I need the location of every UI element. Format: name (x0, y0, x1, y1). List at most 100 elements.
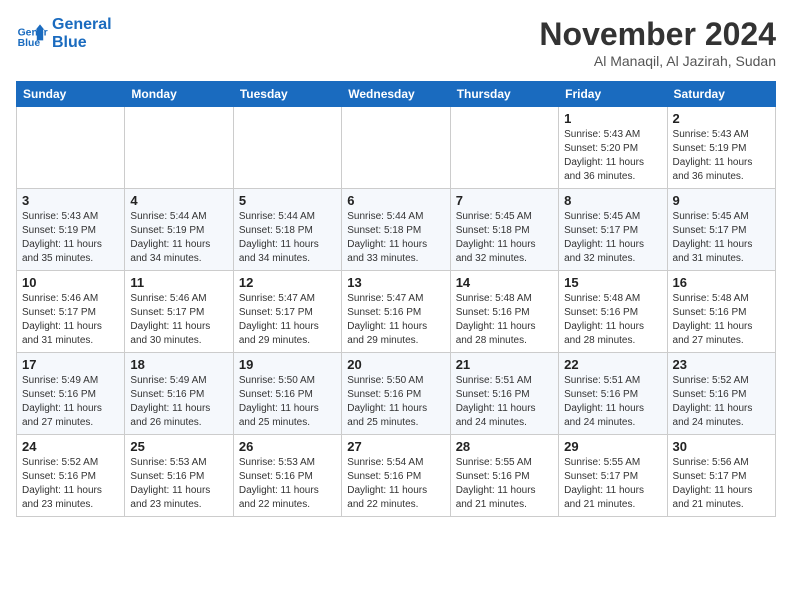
calendar-cell (233, 107, 341, 189)
day-info: Sunrise: 5:54 AMSunset: 5:16 PMDaylight:… (347, 456, 444, 512)
day-number: 24 (22, 439, 119, 454)
calendar-cell (450, 107, 558, 189)
calendar-cell: 14 Sunrise: 5:48 AMSunset: 5:16 PMDayligh… (450, 271, 558, 353)
calendar-week-row: 1 Sunrise: 5:43 AMSunset: 5:20 PMDaylight… (17, 107, 776, 189)
day-info: Sunrise: 5:45 AMSunset: 5:18 PMDaylight:… (456, 210, 553, 266)
day-info: Sunrise: 5:44 AMSunset: 5:19 PMDaylight:… (130, 210, 227, 266)
page-header: General Blue General Blue November 2024 … (16, 16, 776, 69)
day-number: 9 (673, 193, 770, 208)
day-info: Sunrise: 5:48 AMSunset: 5:16 PMDaylight:… (564, 292, 661, 348)
calendar-cell: 26Sunrise: 5:53 AMSunset: 5:16 PMDayligh… (233, 435, 341, 517)
calendar-cell: 22 Sunrise: 5:51 AMSunset: 5:16 PMDayligh… (559, 353, 667, 435)
calendar-cell: 1 Sunrise: 5:43 AMSunset: 5:20 PMDaylight… (559, 107, 667, 189)
title-block: November 2024 Al Manaqil, Al Jazirah, Su… (539, 16, 776, 69)
day-info: Sunrise: 5:46 AMSunset: 5:17 PMDaylight:… (130, 292, 227, 348)
day-number: 14 (456, 275, 553, 290)
day-info: Sunrise: 5:55 AMSunset: 5:17 PMDaylight:… (564, 456, 661, 512)
logo-line2: Blue (52, 34, 112, 52)
calendar-cell: 2 Sunrise: 5:43 AMSunset: 5:19 PMDaylight… (667, 107, 775, 189)
day-number: 16 (673, 275, 770, 290)
calendar-table: SundayMondayTuesdayWednesdayThursdayFrid… (16, 81, 776, 517)
logo: General Blue General Blue (16, 16, 112, 51)
day-info: Sunrise: 5:56 AMSunset: 5:17 PMDaylight:… (673, 456, 770, 512)
day-number: 18 (130, 357, 227, 372)
calendar-cell: 20Sunrise: 5:50 AMSunset: 5:16 PMDayligh… (342, 353, 450, 435)
calendar-week-row: 3 Sunrise: 5:43 AMSunset: 5:19 PMDaylight… (17, 189, 776, 271)
calendar-cell: 7 Sunrise: 5:45 AMSunset: 5:18 PMDaylight… (450, 189, 558, 271)
calendar-week-row: 17 Sunrise: 5:49 AMSunset: 5:16 PMDayligh… (17, 353, 776, 435)
calendar-cell: 21 Sunrise: 5:51 AMSunset: 5:16 PMDayligh… (450, 353, 558, 435)
day-number: 8 (564, 193, 661, 208)
day-info: Sunrise: 5:52 AMSunset: 5:16 PMDaylight:… (22, 456, 119, 512)
day-number: 15 (564, 275, 661, 290)
day-info: Sunrise: 5:55 AMSunset: 5:16 PMDaylight:… (456, 456, 553, 512)
calendar-cell (17, 107, 125, 189)
day-info: Sunrise: 5:49 AMSunset: 5:16 PMDaylight:… (22, 374, 119, 430)
calendar-cell: 8 Sunrise: 5:45 AMSunset: 5:17 PMDaylight… (559, 189, 667, 271)
calendar-week-row: 24 Sunrise: 5:52 AMSunset: 5:16 PMDayligh… (17, 435, 776, 517)
weekday-header-thursday: Thursday (450, 82, 558, 107)
day-number: 22 (564, 357, 661, 372)
calendar-cell: 18 Sunrise: 5:49 AMSunset: 5:16 PMDayligh… (125, 353, 233, 435)
calendar-cell: 24 Sunrise: 5:52 AMSunset: 5:16 PMDayligh… (17, 435, 125, 517)
day-info: Sunrise: 5:52 AMSunset: 5:16 PMDaylight:… (673, 374, 770, 430)
calendar-cell: 16Sunrise: 5:48 AMSunset: 5:16 PMDayligh… (667, 271, 775, 353)
day-info: Sunrise: 5:53 AMSunset: 5:16 PMDaylight:… (130, 456, 227, 512)
day-number: 10 (22, 275, 119, 290)
calendar-cell: 4Sunrise: 5:44 AMSunset: 5:19 PMDaylight… (125, 189, 233, 271)
day-number: 12 (239, 275, 336, 290)
calendar-cell: 28Sunrise: 5:55 AMSunset: 5:16 PMDayligh… (450, 435, 558, 517)
calendar-cell: 30Sunrise: 5:56 AMSunset: 5:17 PMDayligh… (667, 435, 775, 517)
calendar-cell: 6 Sunrise: 5:44 AMSunset: 5:18 PMDaylight… (342, 189, 450, 271)
day-info: Sunrise: 5:44 AMSunset: 5:18 PMDaylight:… (347, 210, 444, 266)
day-info: Sunrise: 5:48 AMSunset: 5:16 PMDaylight:… (456, 292, 553, 348)
month-title: November 2024 (539, 16, 776, 53)
day-info: Sunrise: 5:51 AMSunset: 5:16 PMDaylight:… (456, 374, 553, 430)
calendar-cell: 10 Sunrise: 5:46 AMSunset: 5:17 PMDayligh… (17, 271, 125, 353)
day-info: Sunrise: 5:49 AMSunset: 5:16 PMDaylight:… (130, 374, 227, 430)
calendar-cell: 12 Sunrise: 5:47 AMSunset: 5:17 PMDayligh… (233, 271, 341, 353)
day-info: Sunrise: 5:45 AMSunset: 5:17 PMDaylight:… (564, 210, 661, 266)
location-subtitle: Al Manaqil, Al Jazirah, Sudan (539, 53, 776, 69)
weekday-header-monday: Monday (125, 82, 233, 107)
calendar-cell: 17 Sunrise: 5:49 AMSunset: 5:16 PMDayligh… (17, 353, 125, 435)
logo-icon: General Blue (16, 18, 48, 50)
weekday-header-friday: Friday (559, 82, 667, 107)
day-number: 19 (239, 357, 336, 372)
calendar-cell: 15 Sunrise: 5:48 AMSunset: 5:16 PMDayligh… (559, 271, 667, 353)
calendar-cell: 27 Sunrise: 5:54 AMSunset: 5:16 PMDayligh… (342, 435, 450, 517)
day-number: 21 (456, 357, 553, 372)
day-info: Sunrise: 5:43 AMSunset: 5:20 PMDaylight:… (564, 128, 661, 184)
weekday-header-tuesday: Tuesday (233, 82, 341, 107)
day-info: Sunrise: 5:53 AMSunset: 5:16 PMDaylight:… (239, 456, 336, 512)
day-info: Sunrise: 5:46 AMSunset: 5:17 PMDaylight:… (22, 292, 119, 348)
day-info: Sunrise: 5:51 AMSunset: 5:16 PMDaylight:… (564, 374, 661, 430)
day-number: 2 (673, 111, 770, 126)
day-number: 17 (22, 357, 119, 372)
calendar-cell: 11 Sunrise: 5:46 AMSunset: 5:17 PMDayligh… (125, 271, 233, 353)
day-number: 20 (347, 357, 444, 372)
calendar-cell: 25Sunrise: 5:53 AMSunset: 5:16 PMDayligh… (125, 435, 233, 517)
weekday-header-wednesday: Wednesday (342, 82, 450, 107)
day-number: 7 (456, 193, 553, 208)
day-number: 27 (347, 439, 444, 454)
day-number: 13 (347, 275, 444, 290)
logo-line1: General (52, 16, 112, 34)
day-number: 11 (130, 275, 227, 290)
day-number: 23 (673, 357, 770, 372)
day-info: Sunrise: 5:47 AMSunset: 5:17 PMDaylight:… (239, 292, 336, 348)
day-number: 5 (239, 193, 336, 208)
day-info: Sunrise: 5:44 AMSunset: 5:18 PMDaylight:… (239, 210, 336, 266)
calendar-cell: 13Sunrise: 5:47 AMSunset: 5:16 PMDayligh… (342, 271, 450, 353)
day-info: Sunrise: 5:43 AMSunset: 5:19 PMDaylight:… (673, 128, 770, 184)
day-number: 6 (347, 193, 444, 208)
calendar-cell: 9 Sunrise: 5:45 AMSunset: 5:17 PMDaylight… (667, 189, 775, 271)
weekday-header-row: SundayMondayTuesdayWednesdayThursdayFrid… (17, 82, 776, 107)
day-info: Sunrise: 5:45 AMSunset: 5:17 PMDaylight:… (673, 210, 770, 266)
day-number: 1 (564, 111, 661, 126)
calendar-cell: 3 Sunrise: 5:43 AMSunset: 5:19 PMDaylight… (17, 189, 125, 271)
weekday-header-saturday: Saturday (667, 82, 775, 107)
day-number: 3 (22, 193, 119, 208)
day-info: Sunrise: 5:50 AMSunset: 5:16 PMDaylight:… (239, 374, 336, 430)
day-info: Sunrise: 5:43 AMSunset: 5:19 PMDaylight:… (22, 210, 119, 266)
